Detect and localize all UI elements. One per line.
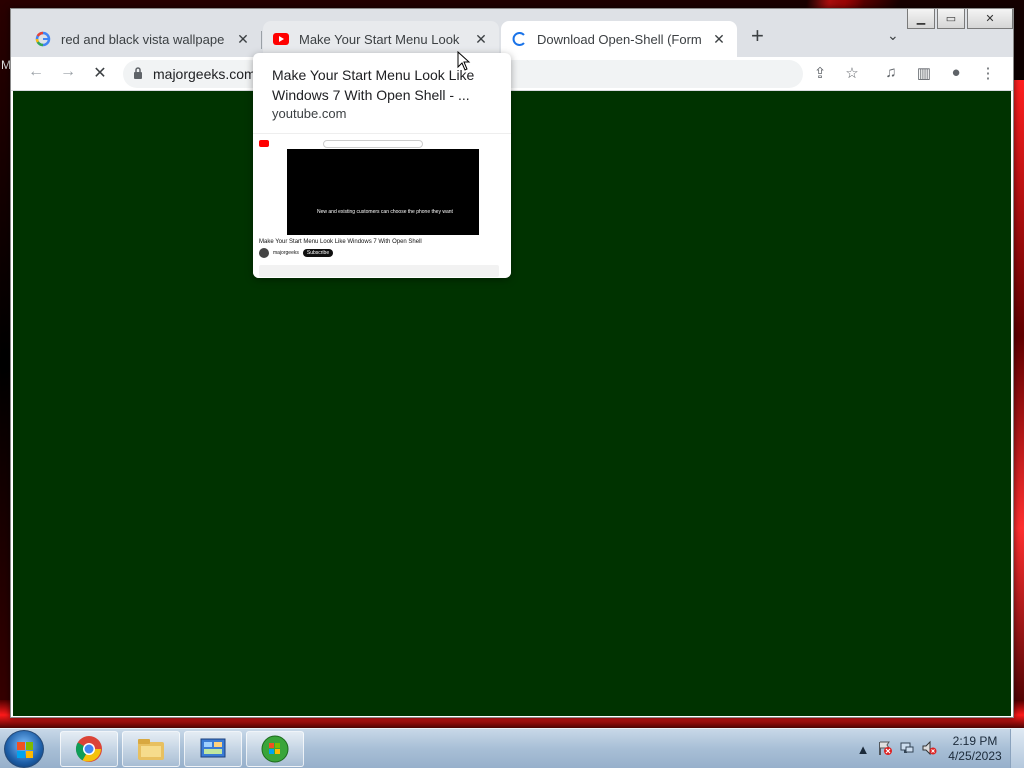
close-window-button[interactable]: ✕ [967, 9, 1013, 29]
new-tab-button[interactable]: + [751, 25, 764, 47]
minimize-button[interactable]: ▁ [907, 9, 935, 29]
window-controls: ▁ ▭ ✕ [907, 9, 1013, 29]
tab-open-shell-download[interactable]: Download Open-Shell (Formerly ✕ [501, 21, 737, 57]
tab-close-button[interactable]: ✕ [711, 31, 727, 48]
hover-card-title: Make Your Start Menu Look Like Windows 7… [272, 67, 475, 103]
taskbar-file-explorer[interactable] [122, 731, 180, 767]
tab-separator [261, 31, 262, 49]
tab-search-button[interactable]: ⌄ [887, 27, 899, 44]
taskbar-control-panel[interactable] [184, 731, 242, 767]
loading-spinner-icon [511, 31, 527, 47]
mouse-cursor-icon [457, 51, 471, 71]
stop-loading-button[interactable]: ✕ [89, 63, 111, 83]
hover-card-preview: New and existing customers can choose th… [253, 133, 511, 278]
tab-google-search[interactable]: red and black vista wallpaper - G ✕ [25, 21, 261, 57]
clock-date: 4/25/2023 [948, 749, 1002, 763]
windows-logo-icon [17, 742, 33, 758]
channel-avatar [259, 248, 269, 258]
system-tray: ▲ 2:19 PM 4/25/2023 [852, 729, 1024, 768]
tab-title: red and black vista wallpaper - G [61, 31, 225, 47]
tab-title: Make Your Start Menu Look Like [299, 31, 463, 47]
volume-muted-icon[interactable] [918, 740, 940, 759]
start-button[interactable] [4, 730, 44, 768]
youtube-search-box [323, 140, 423, 148]
tab-close-button[interactable]: ✕ [235, 31, 251, 48]
url-text: majorgeeks.com [153, 66, 256, 82]
hover-card-domain: youtube.com [272, 106, 347, 121]
youtube-icon [273, 31, 289, 47]
tab-title: Download Open-Shell (Formerly [537, 31, 701, 47]
taskbar-chrome[interactable] [60, 731, 118, 767]
page-content-area[interactable] [13, 91, 1011, 716]
tab-close-button[interactable]: ✕ [473, 31, 489, 48]
channel-row: majorgeeks Subscribe [259, 248, 334, 258]
browser-toolbar: ← → ✕ majorgeeks.com ⇪ ☆ ♫ ▥ ● ⋮ [11, 57, 1013, 91]
chrome-window: red and black vista wallpaper - G ✕ Make… [10, 8, 1014, 718]
forward-button[interactable]: → [57, 63, 79, 81]
taskbar-windows-update[interactable] [246, 731, 304, 767]
maximize-button[interactable]: ▭ [937, 9, 965, 29]
share-icon[interactable]: ⇪ [809, 64, 831, 82]
chrome-icon [75, 736, 102, 762]
chrome-menu-button[interactable]: ⋮ [977, 64, 999, 82]
video-player-thumbnail: New and existing customers can choose th… [287, 149, 479, 235]
media-control-icon[interactable]: ♫ [880, 64, 902, 81]
show-hidden-icons-button[interactable]: ▲ [852, 742, 874, 757]
video-caption: New and existing customers can choose th… [317, 209, 453, 215]
back-button[interactable]: ← [25, 63, 47, 81]
youtube-header [259, 138, 505, 148]
side-panel-icon[interactable]: ▥ [913, 64, 935, 82]
taskbar-clock[interactable]: 2:19 PM 4/25/2023 [940, 734, 1010, 764]
bookmark-star-icon[interactable]: ☆ [841, 64, 863, 82]
subscribe-button: Subscribe [302, 249, 334, 257]
youtube-logo-icon [259, 139, 269, 147]
network-icon[interactable] [896, 740, 918, 759]
google-icon [35, 31, 51, 47]
action-center-flag-icon[interactable] [874, 740, 896, 759]
video-description [259, 265, 499, 277]
windows-update-icon [261, 735, 289, 763]
show-desktop-button[interactable] [1010, 729, 1024, 768]
control-panel-icon [200, 738, 226, 758]
profile-avatar-icon[interactable]: ● [945, 64, 967, 81]
explorer-icon [138, 739, 164, 760]
video-title: Make Your Start Menu Look Like Windows 7… [259, 239, 422, 245]
channel-name: majorgeeks [273, 250, 299, 256]
tab-hover-card: Make Your Start Menu Look Like Windows 7… [253, 53, 511, 278]
lock-icon[interactable] [133, 66, 143, 82]
windows-taskbar: ▲ 2:19 PM 4/25/2023 [0, 728, 1024, 768]
tab-strip: red and black vista wallpaper - G ✕ Make… [11, 9, 1013, 57]
clock-time: 2:19 PM [952, 734, 998, 748]
